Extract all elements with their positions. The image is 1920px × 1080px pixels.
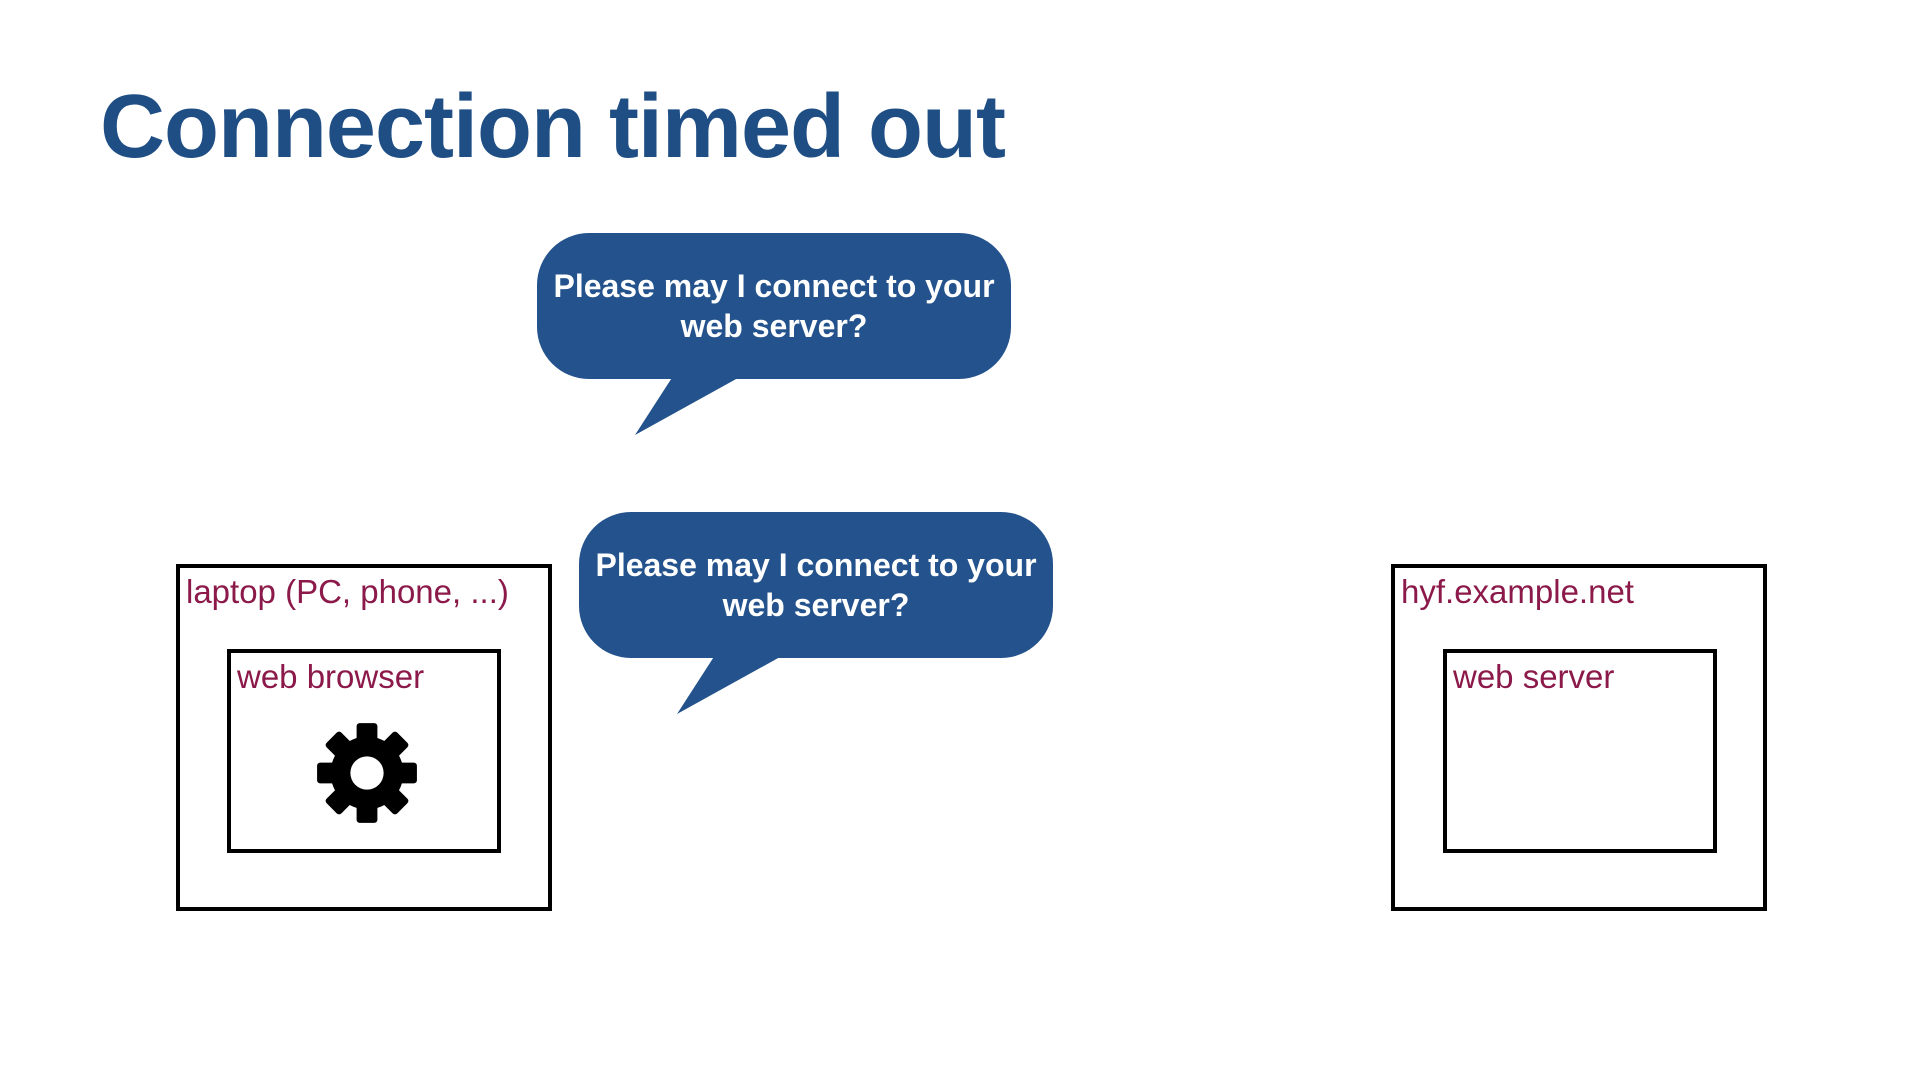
- web-server-label: web server: [1453, 658, 1615, 695]
- server-host-box: hyf.example.net web server: [1391, 564, 1767, 911]
- web-browser-label: web browser: [237, 658, 425, 695]
- speech-bubble-text: Please may I connect to your web server?: [537, 233, 1011, 379]
- web-browser-box: web browser: [227, 649, 501, 853]
- slide-title: Connection timed out: [100, 77, 1006, 177]
- laptop-box: laptop (PC, phone, ...) web browser: [176, 564, 552, 911]
- laptop-label: laptop (PC, phone, ...): [186, 573, 509, 610]
- speech-bubble-1: Please may I connect to your web server?: [537, 233, 1011, 435]
- server-host-label: hyf.example.net: [1401, 573, 1634, 610]
- web-server-box: web server: [1443, 649, 1717, 853]
- gear-icon: [317, 723, 417, 823]
- speech-bubble-text: Please may I connect to your web server?: [579, 512, 1053, 658]
- speech-bubble-line: Please may I connect to your: [595, 547, 1037, 583]
- speech-bubble-2: Please may I connect to your web server?: [579, 512, 1053, 714]
- speech-bubble-line: web server?: [722, 587, 910, 623]
- speech-bubble-line: Please may I connect to your: [553, 268, 995, 304]
- speech-bubble-line: web server?: [680, 308, 868, 344]
